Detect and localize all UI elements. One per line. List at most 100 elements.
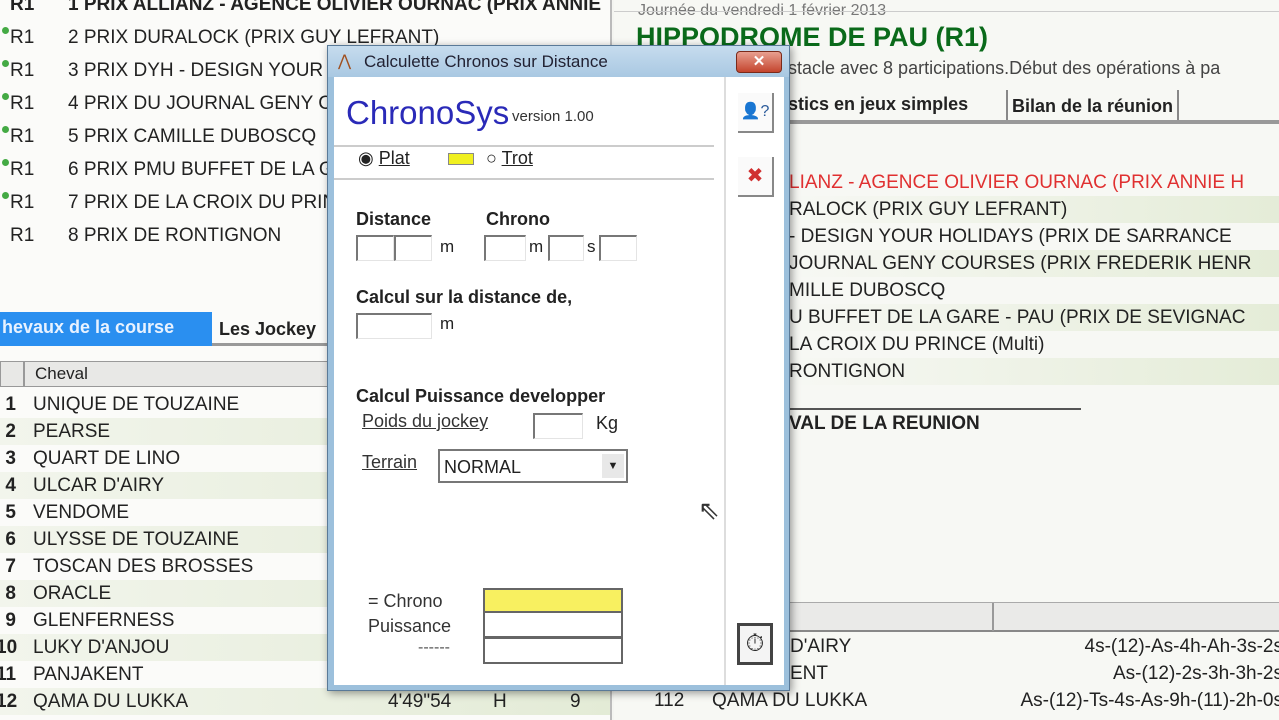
race-name: 1 PRIX ALLIANZ - AGENCE OLIVIER OURNAC (… [68,0,602,15]
race-summary-line[interactable]: MILLE DUBOSCQ [789,277,1279,304]
race-summary-line[interactable]: - DESIGN YOUR HOLIDAYS (PRIX DE SARRANCE [789,223,1279,250]
chrono-seconds-input[interactable] [548,235,584,261]
race-row[interactable]: R1 1 PRIX ALLIANZ - AGENCE OLIVIER OURNAC… [0,0,610,21]
tab-chevaux[interactable]: hevaux de la course [0,312,212,346]
runner-music: As-(12)-2s-3h-3h-2s [1113,663,1279,684]
runner-music: 4s-(12)-As-4h-Ah-3s-2s [1084,636,1279,657]
radio-trot[interactable]: ○ Trot [486,148,533,169]
clear-icon[interactable]: ✖ [738,157,774,197]
result-power-field[interactable] [483,613,623,638]
terrain-value: NORMAL [444,457,522,477]
result-chrono-field[interactable] [483,588,623,613]
mouse-cursor-icon: ⇖ [698,495,720,525]
target-distance-input[interactable] [356,313,432,339]
race-summary-line[interactable]: RONTIGNON [789,358,1279,385]
result-other-field[interactable] [483,638,623,664]
result-other-label: ------ [418,639,450,656]
chrono-label: Chrono [486,209,550,229]
close-button[interactable]: ✕ [736,51,782,73]
race-reunion: R1 [10,126,35,147]
horse-number: 3 [5,448,16,469]
horse-number: 10 [0,637,18,658]
app-icon: ⋀ [338,53,352,70]
horse-name: GLENFERNESS [33,610,175,631]
race-name: 8 PRIX DE RONTIGNON [68,225,282,246]
radio-plat[interactable]: ◉ Plat [358,148,410,169]
calc-distance-label: Calcul sur la distance de, [356,287,573,307]
runner-music: As-(12)-Ts-4s-As-9h-(11)-2h-0s [1020,690,1279,711]
status-dot-icon [2,126,9,133]
runner-name[interactable]: ENT [790,663,828,685]
status-dot-icon [2,159,9,166]
weight-input[interactable] [533,413,583,439]
horse-name: QUART DE LINO [33,448,181,469]
color-swatch [448,153,474,165]
race-reunion: R1 [10,60,35,81]
horse-name: ULYSSE DE TOUZAINE [33,529,239,550]
horse-name: LUKY D'ANJOU [33,637,170,658]
terrain-select[interactable]: NORMAL ▼ [438,449,628,483]
chrono-calculator-dialog: ⋀ Calculette Chronos sur Distance ✕ Chro… [327,45,790,691]
race-reunion: R1 [10,93,35,114]
unit-kg: Kg [596,413,619,433]
status-dot-icon [2,192,9,199]
result-chrono-label: = Chrono [368,591,443,611]
horse-number: 8 [5,583,16,604]
runner-number: 112 [654,690,685,711]
terrain-label: Terrain [362,452,418,472]
race-summary-line[interactable]: LA CROIX DU PRINCE (Multi) [789,331,1279,358]
section-title: VAL DE LA REUNION [789,413,980,434]
help-icon[interactable]: 👤? [738,93,774,133]
runner-name[interactable]: D'AIRY [790,636,851,658]
race-name: 5 PRIX CAMILLE DUBOSCQ [68,126,317,147]
chevron-down-icon[interactable]: ▼ [602,454,624,478]
horse-name: ULCAR D'AIRY [33,475,165,496]
tab-jockeys[interactable]: Les Jockey [219,312,316,346]
horse-number: 1 [5,394,16,415]
horse-number: 9 [5,610,16,631]
brand-logo: ChronoSys [346,94,510,131]
horse-number: 2 [5,421,16,442]
horse-age: 9 [570,691,581,712]
unit-s: s [587,237,596,256]
race-summary-line[interactable]: RALOCK (PRIX GUY LEFRANT) [789,196,1279,223]
stopwatch-icon[interactable]: ⏱ [737,623,773,665]
unit-m-2: m [440,314,455,333]
race-reunion: R1 [10,159,35,180]
horse-number: 4 [5,475,16,496]
chrono-hundredths-input[interactable] [599,235,637,261]
race-summary-line[interactable]: LIANZ - AGENCE OLIVIER OURNAC (PRIX ANNI… [789,169,1279,196]
race-reunion: R1 [10,225,35,246]
dialog-body: ChronoSys version 1.00 ◉ Plat ○ Trot Dis… [334,77,784,685]
runner-name[interactable]: QAMA DU LUKKA [712,690,867,712]
status-dot-icon [2,93,9,100]
unit-min: m [529,237,544,256]
dialog-titlebar[interactable]: ⋀ Calculette Chronos sur Distance ✕ [328,46,789,77]
unit-m: m [440,237,455,256]
tab-bilan[interactable]: Bilan de la réunion [1006,90,1180,120]
horse-name: PANJAKENT [33,664,144,685]
status-dot-icon [2,60,9,67]
horse-number: 11 [0,664,17,685]
result-power-label: Puissance [368,616,452,636]
tab-pronostics[interactable]: stics en jeux simples [788,94,968,115]
distance-input-1[interactable] [356,235,394,261]
distance-input-2[interactable] [394,235,432,261]
horse-number: 7 [5,556,16,577]
race-reunion: R1 [10,192,35,213]
race-summary-line[interactable]: U BUFFET DE LA GARE - PAU (PRIX DE SEVIG… [789,304,1279,331]
chrono-minutes-input[interactable] [484,235,526,261]
horse-sex: H [493,691,507,712]
meeting-subtitle: stacle avec 8 participations.Début des o… [788,58,1221,78]
power-label: Calcul Puissance developper [356,386,606,406]
race-summary-line[interactable]: JOURNAL GENY COURSES (PRIX FREDERIK HENR [789,250,1279,277]
horse-time: 4'49"54 [388,691,452,712]
race-reunion: R1 [10,27,35,48]
horse-number: 6 [5,529,16,550]
table-row[interactable]: 12 QAMA DU LUKKA 4'49"54 H 9 [0,688,610,715]
column-cheval[interactable]: Cheval [23,362,323,386]
weight-label: Poids du jockey [362,411,489,431]
horse-name: UNIQUE DE TOUZAINE [33,394,240,415]
horse-number: 12 [0,691,18,712]
radio-trot-label: Trot [501,148,533,168]
